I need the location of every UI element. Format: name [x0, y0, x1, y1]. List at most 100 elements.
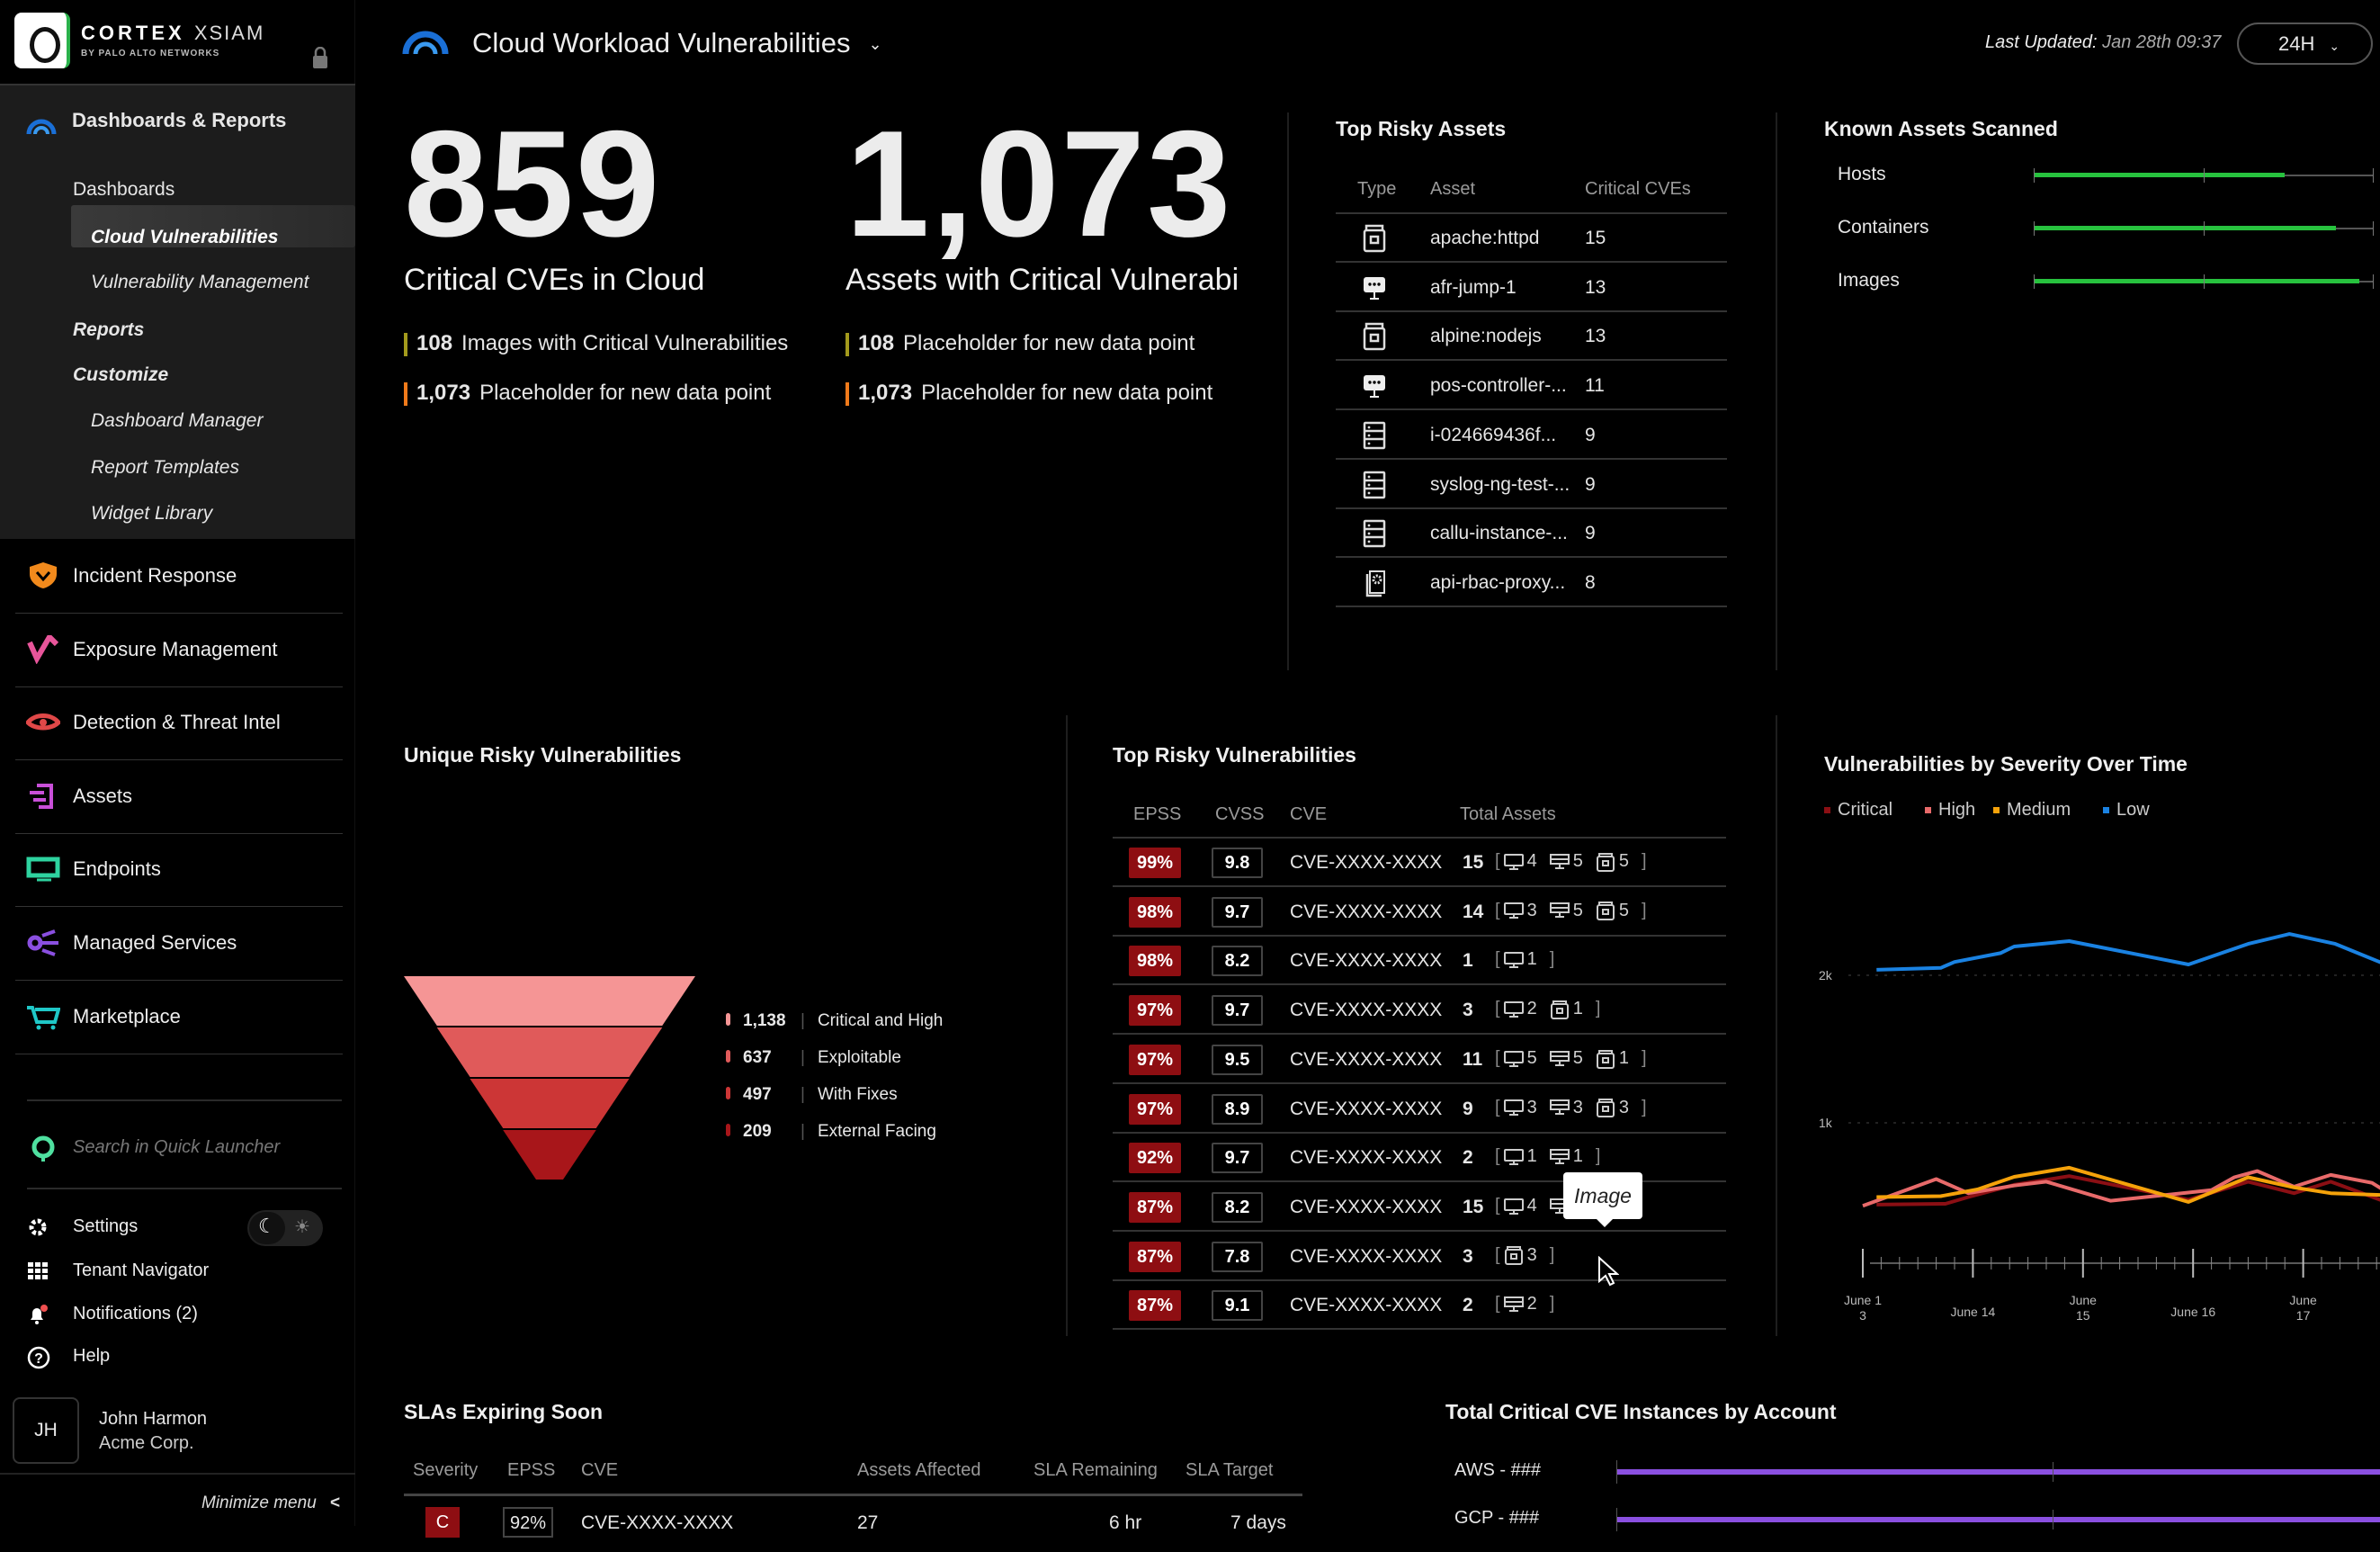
table-row[interactable]: 99%9.8CVE-XXXX-XXXX15[455] — [1113, 839, 1726, 887]
asset-breakdown[interactable]: [11] — [1495, 1146, 1600, 1167]
asset-name[interactable]: pos-controller-... — [1430, 375, 1567, 397]
asset-breakdown[interactable]: [355] — [1495, 901, 1647, 921]
sidebar-item-dashboard-manager[interactable]: Dashboard Manager — [91, 410, 263, 432]
tenant-navigator-link[interactable]: Tenant Navigator — [27, 1260, 49, 1287]
asset-name[interactable]: apache:httpd — [1430, 228, 1539, 249]
asset-breakdown[interactable]: [21] — [1495, 999, 1600, 1019]
table-row[interactable]: 98%8.2CVE-XXXX-XXXX1[1] — [1113, 937, 1726, 985]
column-header[interactable]: EPSS — [1133, 804, 1181, 825]
asset-type-count: 1 — [1527, 949, 1537, 970]
sidebar-item-widget-library[interactable]: Widget Library — [91, 503, 212, 525]
dark-mode-option[interactable]: ☾ — [249, 1212, 285, 1244]
asset-breakdown[interactable]: [2] — [1495, 1294, 1554, 1314]
asset-name[interactable]: alpine:nodejs — [1430, 326, 1542, 347]
lock-icon[interactable] — [311, 47, 329, 70]
cve-id[interactable]: CVE-XXXX-XXXX — [1290, 852, 1442, 874]
series-line-low[interactable] — [1876, 934, 2380, 970]
asset-breakdown[interactable]: [1] — [1495, 949, 1554, 970]
asset-name[interactable]: afr-jump-1 — [1430, 277, 1517, 299]
theme-toggle[interactable]: ☾ ☀ — [247, 1210, 323, 1246]
legend-swatch — [1824, 807, 1830, 813]
avatar[interactable]: JH — [13, 1397, 79, 1464]
nav-item-marketplace[interactable]: Marketplace — [15, 981, 343, 1054]
table-row[interactable]: 97%8.9CVE-XXXX-XXXX9[333] — [1113, 1085, 1726, 1134]
sidebar-section-dashboards-reports[interactable]: Dashboards & Reports — [72, 109, 286, 132]
legend-item[interactable]: Critical — [1824, 800, 1892, 821]
column-header[interactable]: Severity — [413, 1460, 478, 1481]
cve-id[interactable]: CVE-XXXX-XXXX — [1290, 1099, 1442, 1120]
asset-name[interactable]: i-024669436f... — [1430, 425, 1556, 446]
cvss-score: 9.7 — [1212, 1143, 1263, 1173]
nav-item-exposure-management[interactable]: Exposure Management — [15, 614, 343, 687]
column-header[interactable]: CVSS — [1215, 804, 1264, 825]
table-row[interactable]: 87%7.8CVE-XXXX-XXXX3[3] — [1113, 1233, 1726, 1281]
column-header[interactable]: SLA Target — [1186, 1460, 1273, 1481]
column-header[interactable]: EPSS — [507, 1460, 555, 1481]
column-header[interactable]: Assets Affected — [857, 1460, 981, 1481]
table-row[interactable]: callu-instance-...9 — [1336, 509, 1727, 558]
account-bar[interactable] — [1616, 1469, 2380, 1475]
sidebar-item-customize[interactable]: Customize — [73, 364, 168, 386]
cve-id[interactable]: CVE-XXXX-XXXX — [1290, 1147, 1442, 1169]
nav-item-endpoints[interactable]: Endpoints — [15, 833, 343, 907]
nav-item-assets[interactable]: Assets — [15, 760, 343, 834]
sidebar-item-report-templates[interactable]: Report Templates — [91, 457, 239, 479]
table-row[interactable]: alpine:nodejs13 — [1336, 312, 1727, 361]
notifications-link[interactable]: Notifications (2) — [27, 1304, 49, 1331]
asset-name[interactable]: syslog-ng-test-... — [1430, 474, 1570, 496]
nav-item-managed-services[interactable]: Managed Services — [15, 907, 343, 981]
sidebar-item-vulnerability-management[interactable]: Vulnerability Management — [91, 272, 309, 293]
time-range-select[interactable]: 24H⌄ — [2237, 22, 2373, 65]
table-row[interactable]: 97%9.7CVE-XXXX-XXXX3[21] — [1113, 986, 1726, 1035]
table-row[interactable]: apache:httpd15 — [1336, 214, 1727, 263]
help-link[interactable]: ? Help — [27, 1346, 52, 1377]
quick-launcher-search[interactable]: Search in Quick Launcher — [73, 1137, 280, 1158]
column-header[interactable]: SLA Remaining — [1033, 1460, 1158, 1481]
cve-id[interactable]: CVE-XXXX-XXXX — [1290, 1295, 1442, 1316]
asset-breakdown[interactable]: [551] — [1495, 1048, 1647, 1069]
account-bar[interactable] — [1616, 1517, 2380, 1522]
sidebar-item-cloud-vulnerabilities[interactable]: Cloud Vulnerabilities — [91, 227, 278, 248]
asset-breakdown[interactable]: [333] — [1495, 1098, 1647, 1118]
sidebar-item-dashboards[interactable]: Dashboards — [73, 179, 174, 201]
stage-label: Critical and High — [818, 1011, 943, 1030]
table-row[interactable]: 97%9.5CVE-XXXX-XXXX11[551] — [1113, 1036, 1726, 1084]
table-row[interactable]: syslog-ng-test-...9 — [1336, 461, 1727, 509]
cve-id[interactable]: CVE-XXXX-XXXX — [581, 1512, 733, 1534]
column-header[interactable]: Total Assets — [1460, 804, 1556, 825]
table-row[interactable]: 87%9.1CVE-XXXX-XXXX2[2] — [1113, 1281, 1726, 1330]
column-header[interactable]: CVE — [581, 1460, 618, 1481]
column-header[interactable]: Asset — [1430, 179, 1475, 200]
cve-id[interactable]: CVE-XXXX-XXXX — [1290, 1049, 1442, 1071]
shield-icon — [26, 561, 60, 590]
settings-link[interactable]: Settings — [27, 1216, 49, 1243]
asset-breakdown[interactable]: [455] — [1495, 851, 1647, 872]
legend-item[interactable]: High — [1925, 800, 1975, 821]
asset-name[interactable]: api-rbac-proxy... — [1430, 572, 1565, 594]
asset-name[interactable]: callu-instance-... — [1430, 523, 1568, 544]
column-header[interactable]: Type — [1357, 179, 1396, 200]
cve-id[interactable]: CVE-XXXX-XXXX — [1290, 950, 1442, 972]
column-header[interactable]: CVE — [1290, 804, 1327, 825]
legend-item[interactable]: Medium — [1993, 800, 2071, 821]
minimize-menu-button[interactable]: Minimize menu < — [201, 1494, 340, 1513]
cve-id[interactable]: CVE-XXXX-XXXX — [1290, 1000, 1442, 1021]
table-row[interactable]: api-rbac-proxy...8 — [1336, 559, 1727, 607]
cve-id[interactable]: CVE-XXXX-XXXX — [1290, 1246, 1442, 1268]
cve-id[interactable]: CVE-XXXX-XXXX — [1290, 1197, 1442, 1218]
cve-id[interactable]: CVE-XXXX-XXXX — [1290, 902, 1442, 923]
table-row[interactable]: pos-controller-...11 — [1336, 362, 1727, 410]
table-row[interactable]: 98%9.7CVE-XXXX-XXXX14[355] — [1113, 888, 1726, 937]
column-header[interactable]: Critical CVEs — [1585, 179, 1691, 200]
nav-item-incident-response[interactable]: Incident Response — [15, 540, 343, 614]
legend-item[interactable]: Low — [2103, 800, 2150, 821]
kpi-sub-value: 1,073 — [858, 381, 912, 405]
table-row[interactable]: i-024669436f...9 — [1336, 411, 1727, 460]
sun-icon[interactable]: ☀ — [294, 1216, 310, 1238]
dashboard-title-dropdown[interactable]: Cloud Workload Vulnerabilities⌄ — [472, 27, 882, 59]
sidebar-item-reports[interactable]: Reports — [73, 319, 144, 341]
nav-item-detection-threat-intel[interactable]: Detection & Threat Intel — [15, 686, 343, 760]
table-row[interactable]: C92%CVE-XXXX-XXXX276 hr7 days — [404, 1507, 1302, 1552]
asset-breakdown[interactable]: [3] — [1495, 1245, 1554, 1266]
table-row[interactable]: afr-jump-113 — [1336, 264, 1727, 312]
